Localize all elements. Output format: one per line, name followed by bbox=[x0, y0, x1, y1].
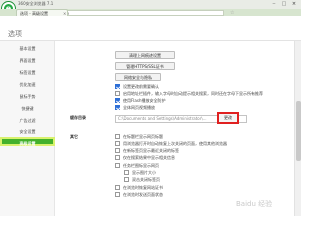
close-icon[interactable]: × bbox=[290, 1, 298, 7]
option-label: 双击关闭标签页 bbox=[132, 177, 160, 182]
option-checkbox[interactable] bbox=[115, 192, 120, 197]
tab-options[interactable]: 选项 - 高级设置 × bbox=[16, 9, 68, 16]
option-checkbox[interactable] bbox=[124, 170, 129, 175]
option-checkbox[interactable] bbox=[115, 148, 120, 153]
sidebar-item-security[interactable]: 安全设置 bbox=[0, 127, 55, 136]
sidebar-item-optimize[interactable]: 优化加速 bbox=[0, 80, 55, 89]
option-checkbox[interactable] bbox=[115, 134, 120, 139]
privacy-settings-button[interactable]: 网络安全与隐私 bbox=[115, 73, 161, 81]
option-checkbox[interactable] bbox=[115, 155, 120, 160]
option-label: 设置更改前需要确认 bbox=[123, 84, 159, 89]
watermark: Baidu 经验 bbox=[236, 200, 273, 208]
sidebar-item-gestures[interactable]: 鼠标手势 bbox=[0, 92, 55, 101]
tab-label: 选项 - 高级设置 bbox=[20, 11, 48, 16]
sidebar-item-advanced[interactable]: 高级设置 bbox=[0, 137, 55, 146]
option-label: 全体网页视频播放 bbox=[123, 105, 155, 110]
sidebar-item-interface[interactable]: 界面设置 bbox=[0, 56, 55, 65]
option-checkbox[interactable] bbox=[115, 84, 120, 89]
sidebar-item-shortcuts[interactable]: 快捷键 bbox=[0, 104, 55, 113]
option-label: 使用Flash播放安全防护 bbox=[123, 98, 166, 103]
option-label: 用浏览器打开时自动恢复上次关闭的页面，使用其他浏览器 bbox=[123, 141, 227, 146]
option-checkbox[interactable] bbox=[115, 185, 120, 190]
option-label: 显示图片大小 bbox=[132, 170, 156, 175]
scroll-thumb[interactable] bbox=[296, 101, 301, 161]
tab-close-icon[interactable]: × bbox=[63, 11, 66, 16]
option-label: 仅在搜索结果中显示相关信息 bbox=[123, 155, 175, 160]
minimize-icon[interactable]: ‒ bbox=[270, 1, 278, 7]
option-label: 任务栏图标显示网页 bbox=[123, 163, 159, 168]
other-section-label: 其它 bbox=[70, 134, 78, 139]
option-checkbox[interactable] bbox=[115, 141, 120, 146]
clear-traces-button[interactable]: 清理上网痕迹设置 bbox=[115, 51, 175, 59]
sidebar-item-tabs[interactable]: 标签设置 bbox=[0, 68, 55, 77]
option-checkbox[interactable] bbox=[115, 105, 120, 110]
option-checkbox[interactable] bbox=[115, 163, 120, 168]
maximize-icon[interactable]: □ bbox=[280, 1, 288, 7]
sidebar-item-basic[interactable]: 基本设置 bbox=[0, 44, 55, 53]
scrollbar[interactable] bbox=[294, 41, 301, 216]
option-label: 在浏览时恢复网站证书 bbox=[123, 185, 163, 190]
cache-dir-label: 缓存目录 bbox=[70, 115, 86, 120]
option-label: 在标题栏显示网页标题 bbox=[123, 134, 163, 139]
option-label: 在浏览时发送页面状态 bbox=[123, 192, 163, 197]
option-checkbox[interactable] bbox=[115, 98, 120, 103]
manage-certs-button[interactable]: 管理HTTPS/SSL证书 bbox=[115, 62, 175, 70]
sidebar: 基本设置 界面设置 标签设置 优化加速 鼠标手势 快捷键 广告过滤 安全设置 高… bbox=[0, 41, 55, 216]
option-checkbox[interactable] bbox=[115, 91, 120, 96]
option-checkbox[interactable] bbox=[124, 177, 129, 182]
page-title: 选项 bbox=[8, 30, 22, 38]
sidebar-item-adblock[interactable]: 广告过滤 bbox=[0, 116, 55, 125]
app-title: 360安全浏览器 7.1 bbox=[18, 1, 54, 6]
option-label: 启用地址栏插件，输入字母时自动提示相关搜索，同时还在字母下显示所有推荐 bbox=[123, 91, 263, 96]
option-label: 在新标签页显示最近关闭的标签 bbox=[123, 148, 179, 153]
change-cache-button[interactable]: 更改 bbox=[217, 112, 239, 124]
favorite-star-icon[interactable]: ☆ bbox=[230, 10, 234, 16]
